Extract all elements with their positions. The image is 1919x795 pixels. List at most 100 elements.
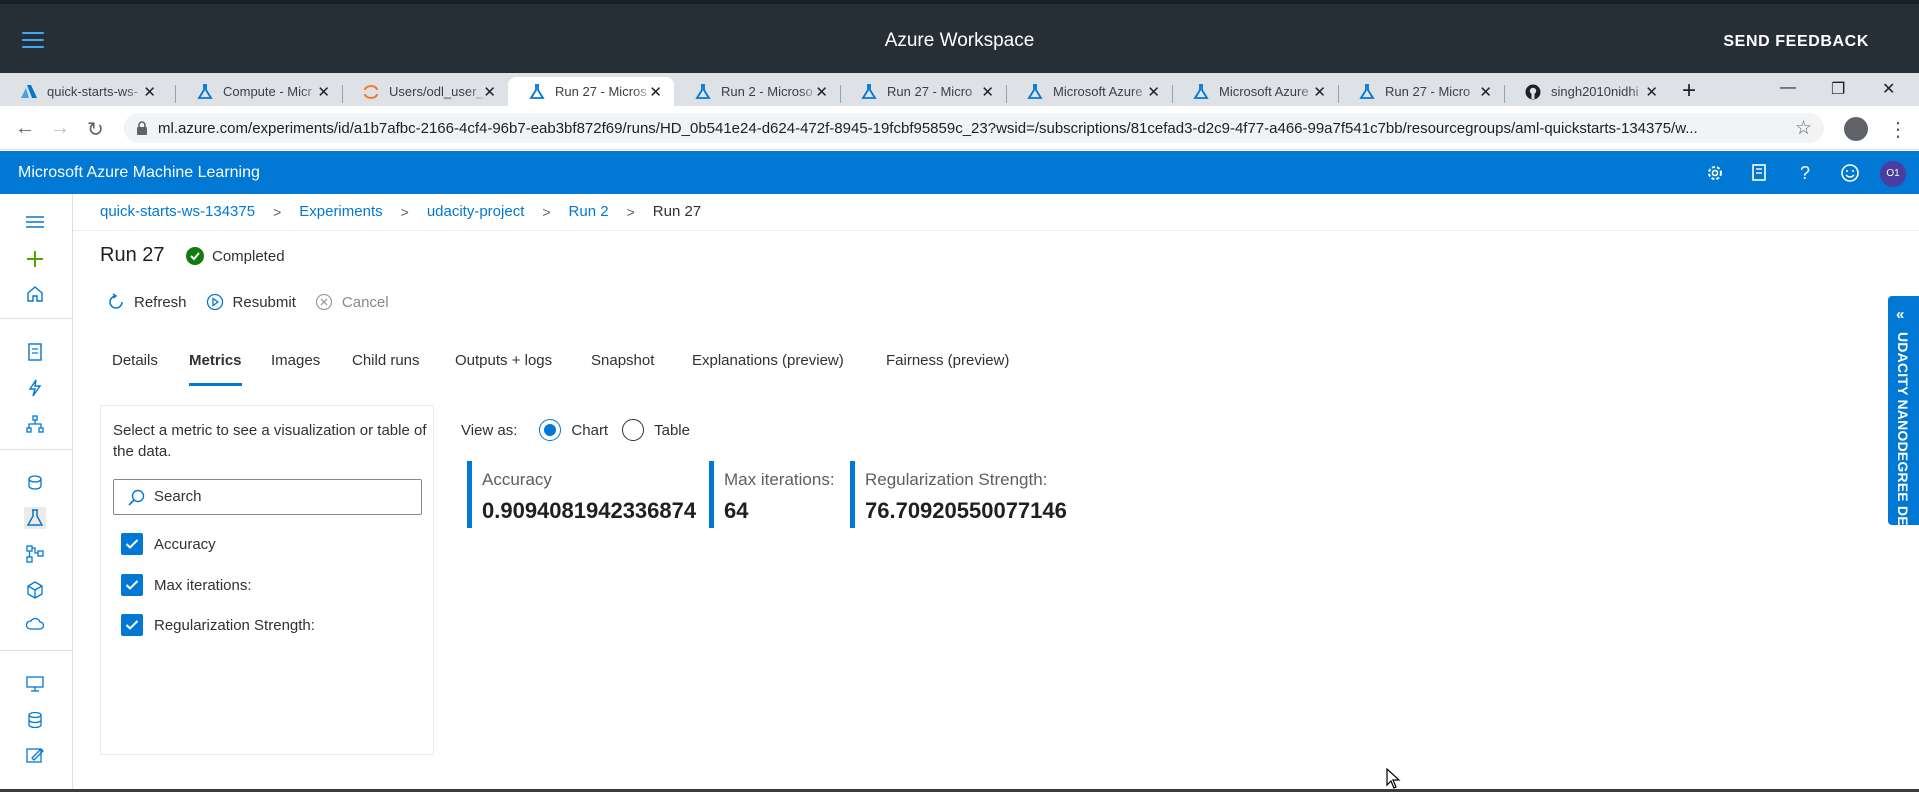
breadcrumb-link-workspace[interactable]: quick-starts-ws-134375 (100, 203, 255, 220)
datasets-icon[interactable] (24, 472, 46, 494)
notebooks-icon[interactable] (24, 341, 46, 363)
azure-ml-logo-icon (20, 83, 38, 101)
metric-checkbox-regularization[interactable]: Regularization Strength: (121, 614, 315, 636)
metric-card-regularization: Regularization Strength: 76.709205500771… (850, 461, 1080, 528)
tab-close-icon[interactable]: ✕ (1645, 83, 1658, 101)
page-title: Run 27 (100, 244, 165, 266)
view-chart-radio[interactable]: Chart (539, 419, 608, 441)
address-bar: ← → ↻ ml.azure.com/experiments/id/a1b7af… (0, 106, 1919, 150)
tab-close-icon[interactable]: ✕ (143, 83, 156, 101)
browser-tab[interactable]: Users/odl_user_ ✕ (342, 77, 508, 106)
browser-tab[interactable]: Run 27 - Micro ✕ (840, 77, 1006, 106)
pipelines-icon[interactable] (24, 543, 46, 565)
breadcrumb-link-parent-run[interactable]: Run 2 (569, 203, 609, 220)
experiments-flask-icon[interactable] (24, 507, 46, 529)
metric-search-box[interactable] (113, 479, 422, 515)
tab-images[interactable]: Images (271, 352, 320, 369)
create-new-plus-icon[interactable] (24, 248, 46, 270)
models-cube-icon[interactable] (24, 579, 46, 601)
view-table-radio[interactable]: Table (622, 419, 690, 441)
automated-ml-icon[interactable] (24, 377, 46, 399)
metric-checkbox-max-iterations[interactable]: Max iterations: (121, 574, 252, 596)
user-avatar[interactable]: O1 (1880, 161, 1906, 187)
status-text: Completed (212, 247, 285, 265)
chevron-right-icon: > (542, 203, 551, 220)
metric-card-accuracy: Accuracy 0.9094081942336874 (467, 461, 702, 528)
tab-close-icon[interactable]: ✕ (1147, 83, 1160, 101)
tab-close-icon[interactable]: ✕ (649, 83, 662, 101)
tab-snapshot[interactable]: Snapshot (591, 352, 654, 369)
send-feedback-button[interactable]: SEND FEEDBACK (1723, 33, 1869, 51)
metric-hint-text: Select a metric to see a visualization o… (113, 422, 427, 460)
settings-gear-icon[interactable] (1703, 161, 1727, 185)
close-window-icon[interactable]: ✕ (1882, 79, 1895, 99)
metric-checkbox-accuracy[interactable]: Accuracy (121, 533, 216, 555)
command-bar: Refresh Resubmit Cancel (106, 292, 407, 312)
metric-search-input[interactable] (154, 488, 404, 505)
github-icon (1524, 83, 1542, 101)
home-icon[interactable] (24, 283, 46, 305)
left-nav-rail (0, 194, 73, 792)
tab-child-runs[interactable]: Child runs (352, 352, 420, 369)
metric-card-max-iterations: Max iterations: 64 (709, 461, 841, 528)
flask-icon (1192, 83, 1210, 101)
compute-icon[interactable] (24, 673, 46, 695)
notifications-icon[interactable] (1748, 161, 1772, 185)
datastores-icon[interactable] (24, 709, 46, 731)
udacity-side-panel-tab[interactable]: « UDACITY NANODEGREE DEMO (1888, 296, 1919, 549)
new-tab-icon[interactable]: + (1682, 77, 1696, 105)
browser-tab[interactable]: singh2010nidhi ✕ (1504, 77, 1670, 106)
designer-icon[interactable] (24, 413, 46, 435)
restore-window-icon[interactable]: ❐ (1831, 79, 1845, 99)
bookmark-star-icon[interactable]: ☆ (1795, 117, 1812, 140)
tab-close-icon[interactable]: ✕ (483, 83, 496, 101)
browser-tab[interactable]: Microsoft Azure ✕ (1172, 77, 1338, 106)
breadcrumb: quick-starts-ws-134375 > Experiments > u… (100, 203, 701, 220)
checkmark-icon (121, 574, 143, 596)
search-icon (128, 489, 146, 512)
flask-icon (1026, 83, 1044, 101)
url-field[interactable]: ml.azure.com/experiments/id/a1b7afbc-216… (124, 113, 1824, 143)
expand-menu-icon[interactable] (24, 211, 46, 233)
tab-close-icon[interactable]: ✕ (1313, 83, 1326, 101)
tab-fairness[interactable]: Fairness (preview) (886, 352, 1009, 369)
tab-close-icon[interactable]: ✕ (981, 83, 994, 101)
browser-tab[interactable]: Microsoft Azure ✕ (1006, 77, 1172, 106)
flask-icon (196, 83, 214, 101)
breadcrumb-link-experiments[interactable]: Experiments (299, 203, 382, 220)
resubmit-button[interactable]: Resubmit (205, 292, 296, 312)
tab-details[interactable]: Details (112, 352, 158, 369)
forward-arrow-icon[interactable]: → (50, 117, 70, 140)
profile-avatar-icon[interactable] (1844, 117, 1868, 141)
checkmark-icon (121, 614, 143, 636)
tab-metrics[interactable]: Metrics (189, 352, 242, 386)
tab-outputs-logs[interactable]: Outputs + logs (455, 352, 552, 369)
refresh-icon (106, 292, 126, 312)
data-labeling-icon[interactable] (24, 744, 46, 766)
tab-close-icon[interactable]: ✕ (815, 83, 828, 101)
endpoints-icon[interactable] (24, 614, 46, 636)
breadcrumb-link-experiment[interactable]: udacity-project (427, 203, 525, 220)
chevron-right-icon: > (273, 203, 282, 220)
browser-tab[interactable]: Run 2 - Microso ✕ (674, 77, 840, 106)
browser-menu-icon[interactable]: ⋮ (1888, 117, 1908, 142)
refresh-button[interactable]: Refresh (106, 292, 187, 312)
checkmark-icon (121, 533, 143, 555)
back-arrow-icon[interactable]: ← (15, 117, 35, 140)
minimize-window-icon[interactable]: — (1780, 79, 1796, 97)
tab-close-icon[interactable]: ✕ (1479, 83, 1492, 101)
reload-icon[interactable]: ↻ (87, 117, 104, 142)
view-as-label: View as: (461, 421, 518, 439)
browser-tab-strip: quick-starts-ws- ✕ Compute - Micr ✕ User… (0, 73, 1919, 106)
browser-tab[interactable]: Compute - Micr ✕ (176, 77, 342, 106)
browser-tab-active[interactable]: Run 27 - Micros ✕ (508, 77, 674, 106)
browser-tab[interactable]: Run 27 - Micro ✕ (1338, 77, 1504, 106)
tab-explanations[interactable]: Explanations (preview) (692, 352, 844, 369)
cancel-button[interactable]: Cancel (314, 292, 389, 312)
lock-icon (136, 121, 148, 140)
url-text: ml.azure.com/experiments/id/a1b7afbc-216… (158, 120, 1698, 137)
browser-tab[interactable]: quick-starts-ws- ✕ (0, 77, 168, 106)
tab-close-icon[interactable]: ✕ (317, 83, 330, 101)
smiley-feedback-icon[interactable] (1838, 161, 1862, 185)
help-icon[interactable]: ? (1793, 161, 1817, 185)
